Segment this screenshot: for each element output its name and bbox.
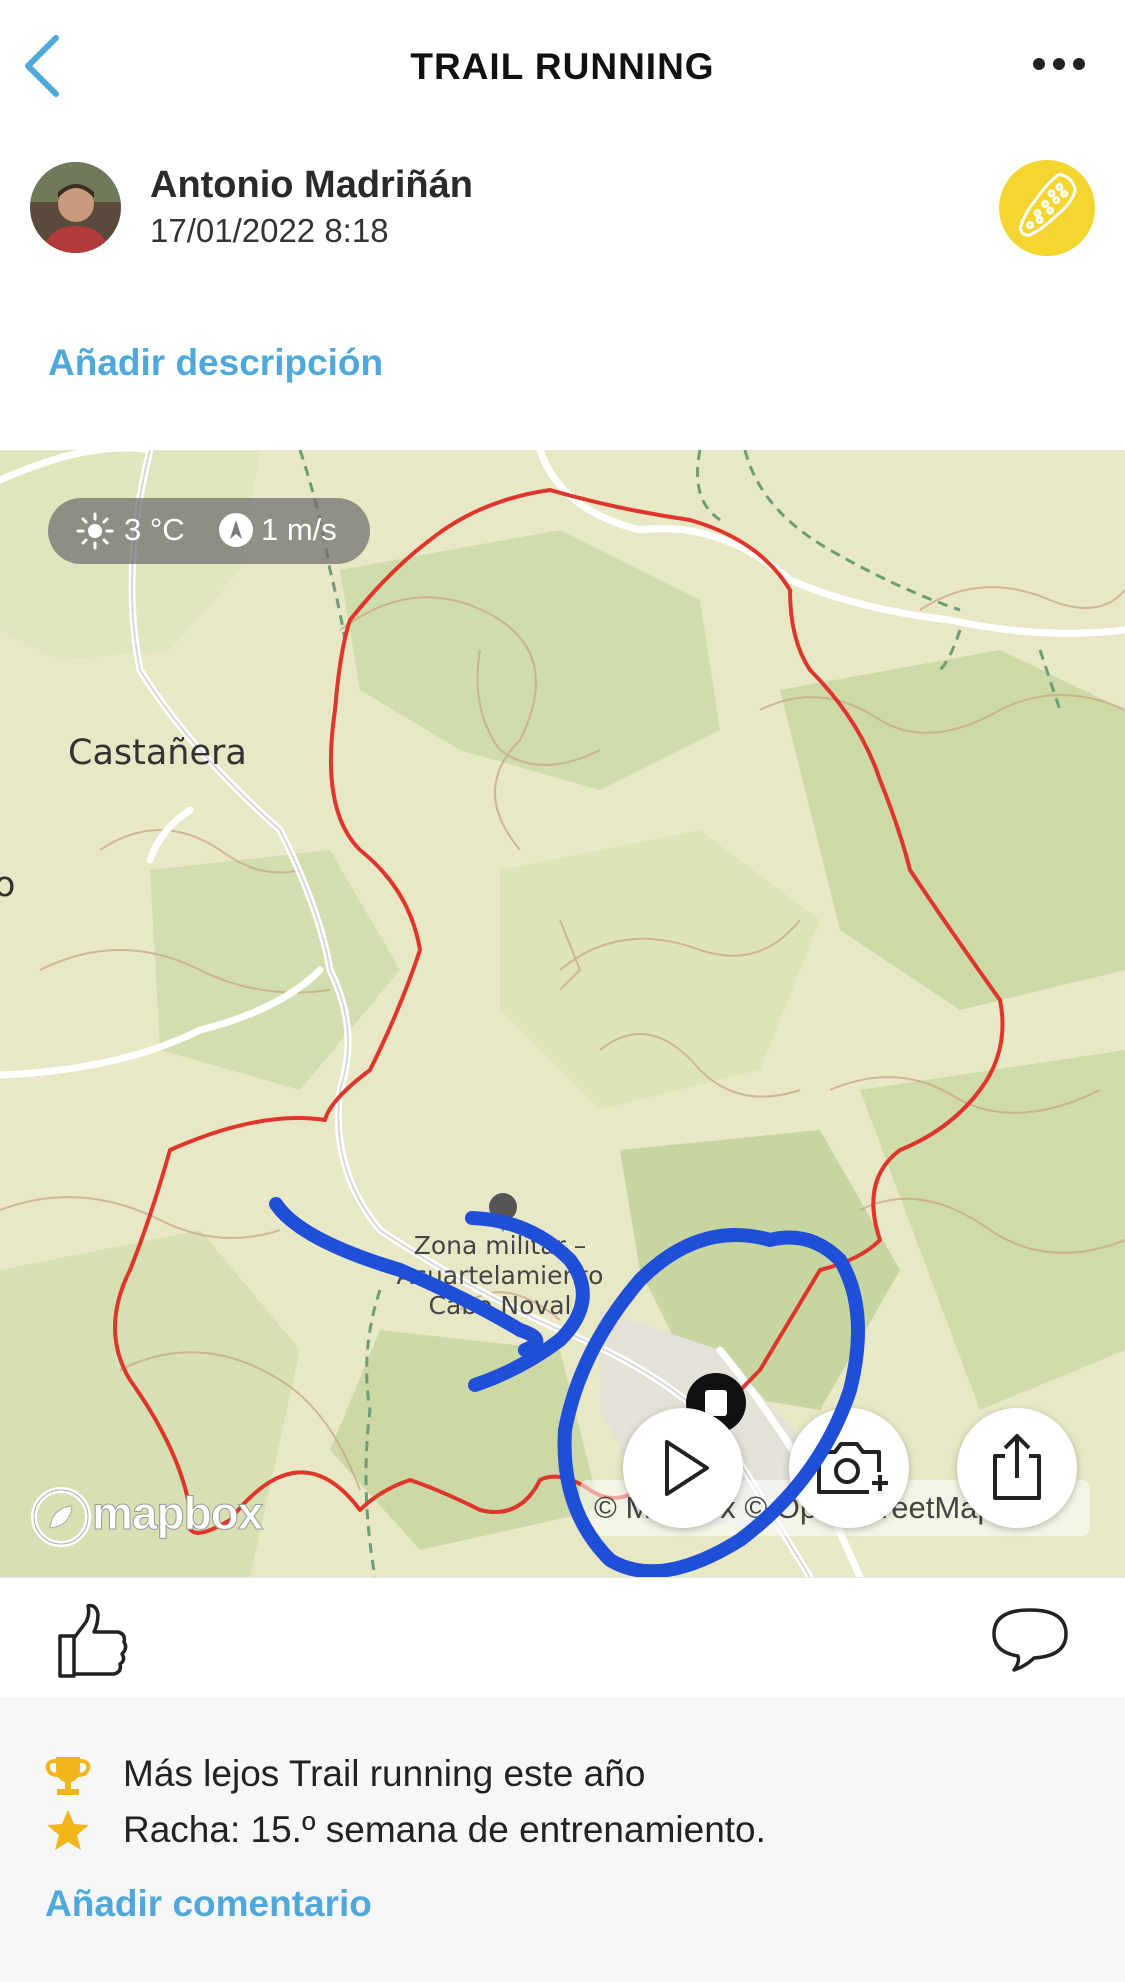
social-actions (0, 1577, 1125, 1697)
user-name[interactable]: Antonio Madriñán (150, 164, 473, 207)
add-photo-button[interactable] (789, 1408, 909, 1528)
like-button[interactable] (52, 1600, 132, 1680)
place-label-castanera: Castañera (68, 733, 247, 773)
mapbox-logo-text: mapbox (91, 1487, 263, 1540)
share-button[interactable] (957, 1408, 1077, 1528)
wind-direction-icon (219, 513, 253, 547)
ellipsis-icon (1033, 58, 1085, 70)
mapbox-logo-icon (31, 1487, 91, 1547)
play-icon (665, 1440, 709, 1496)
comment-button[interactable] (990, 1604, 1070, 1674)
page-title: TRAIL RUNNING (410, 46, 715, 87)
star-icon (47, 1810, 89, 1850)
comment-bubble-icon (992, 1608, 1068, 1672)
trail-running-shoe-icon (1018, 172, 1077, 237)
place-label-partial: o (0, 865, 16, 905)
place-label-zona-militar: Zona militar – Acuartelamiento Cabo Noval (396, 1231, 604, 1320)
weather-badge: 3 °C 1 m/s (48, 498, 370, 564)
achievement-item: Racha: 15.º semana de entrenamiento. (0, 1803, 1125, 1859)
share-icon (993, 1434, 1041, 1500)
add-comment-link[interactable]: Añadir comentario (45, 1883, 372, 1925)
map-pin-icon (489, 1193, 517, 1232)
temperature: 3 °C (124, 512, 185, 547)
activity-date: 17/01/2022 8:18 (150, 212, 389, 249)
achievement-item: Más lejos Trail running este año (0, 1747, 1125, 1803)
achievement-text: Más lejos Trail running este año (123, 1753, 646, 1794)
achievements-section: Más lejos Trail running este año Racha: … (0, 1697, 1125, 1982)
wind-speed: 1 m/s (261, 512, 337, 547)
play-route-button[interactable] (623, 1408, 743, 1528)
add-description-link[interactable]: Añadir descripción (48, 342, 383, 384)
top-bar: TRAIL RUNNING (0, 0, 1125, 140)
add-photo-icon (817, 1442, 891, 1494)
activity-owner: Antonio Madriñán 17/01/2022 8:18 (0, 160, 1125, 270)
sun-icon (76, 512, 114, 550)
thumbs-up-icon (58, 1603, 128, 1678)
sport-badge (999, 160, 1095, 256)
trophy-icon (45, 1757, 91, 1795)
route-map[interactable]: 3 °C 1 m/s Castañera o Zona militar – Acu… (0, 450, 1125, 1577)
achievement-text: Racha: 15.º semana de entrenamiento. (123, 1809, 766, 1850)
more-options-button[interactable] (1031, 52, 1087, 76)
avatar[interactable] (30, 162, 121, 253)
